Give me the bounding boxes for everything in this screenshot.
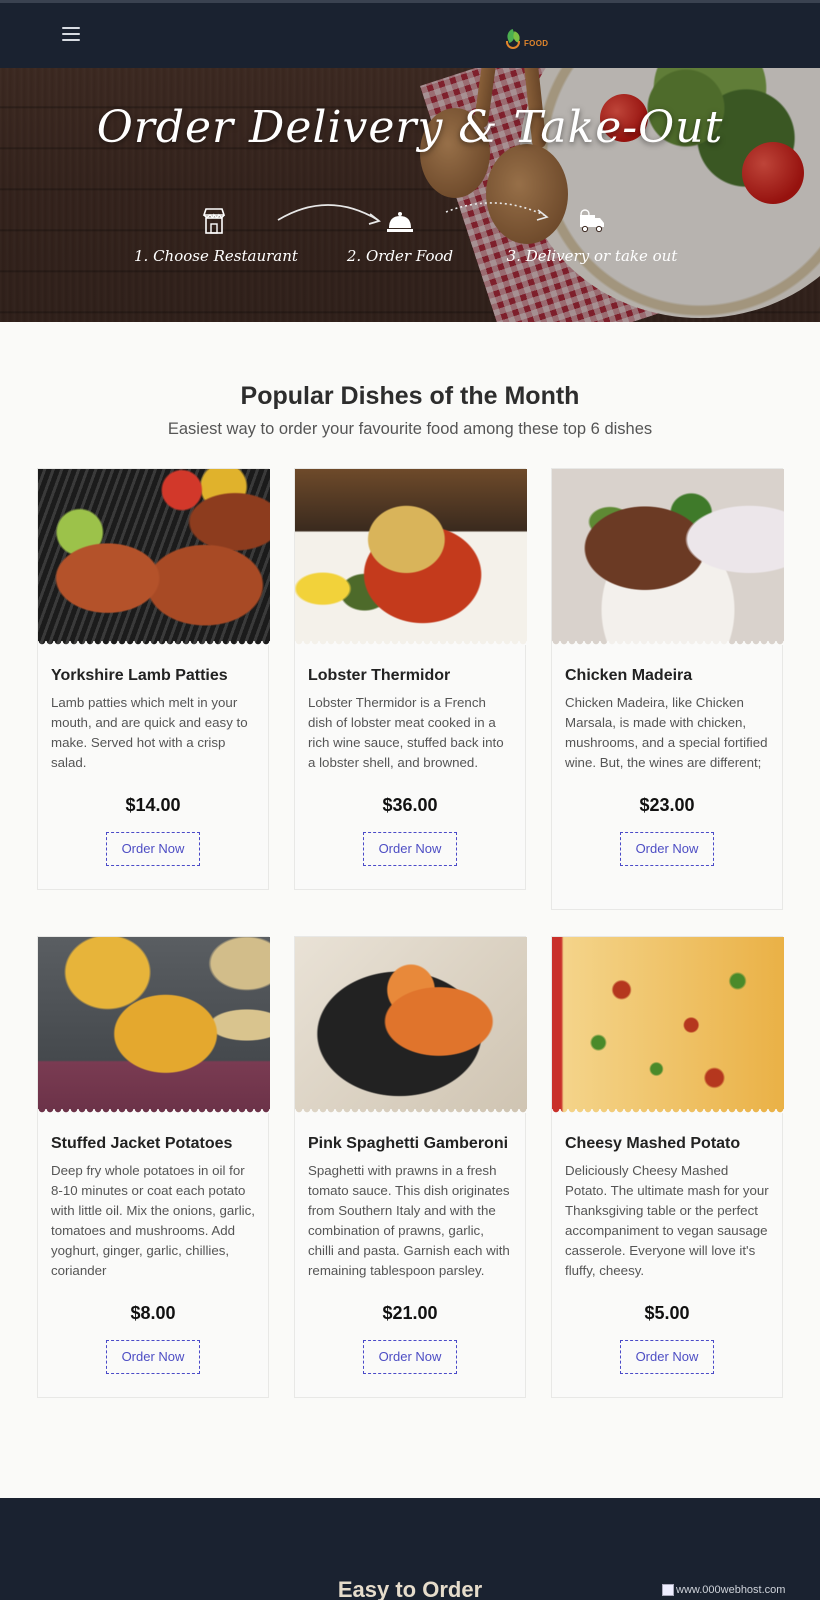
dish-image-lobster-thermidor xyxy=(295,469,527,645)
dish-card-chicken-madeira: Chicken Madeira Chicken Madeira, like Ch… xyxy=(551,468,784,910)
dish-description: Lamb patties which melt in your mouth, a… xyxy=(51,695,248,770)
dish-card-cheesy-mashed-potato: Cheesy Mashed Potato Deliciously Cheesy … xyxy=(551,936,784,1398)
step-label: 3. Delivery or take out xyxy=(506,247,678,265)
dish-name: Chicken Madeira xyxy=(565,667,693,684)
dish-price: $23.00 xyxy=(639,795,695,815)
order-now-button[interactable]: Order Now xyxy=(363,832,457,866)
dish-price: $14.00 xyxy=(125,795,181,815)
dish-name: Stuffed Jacket Potatoes xyxy=(51,1135,233,1152)
top-nav-bar: FOOD xyxy=(0,0,820,68)
order-now-button[interactable]: Order Now xyxy=(106,832,200,866)
dish-description: Chicken Madeira, like Chicken Marsala, i… xyxy=(565,695,768,770)
delivery-truck-icon xyxy=(580,209,604,233)
dish-card-spaghetti-gamberoni: Pink Spaghetti Gamberoni Spaghetti with … xyxy=(294,936,527,1398)
site-logo[interactable]: FOOD xyxy=(505,28,549,51)
dish-name: Yorkshire Lamb Patties xyxy=(51,667,228,684)
order-now-button[interactable]: Order Now xyxy=(620,832,714,866)
dish-name: Cheesy Mashed Potato xyxy=(565,1135,741,1152)
section-title: Popular Dishes of the Month xyxy=(240,382,580,410)
hosting-badge-text: www.000webhost.com xyxy=(676,1584,786,1596)
step-label: 2. Order Food xyxy=(346,247,454,265)
dish-card-lobster-thermidor: Lobster Thermidor Lobster Thermidor is a… xyxy=(294,468,527,890)
hero-banner: Order Delivery & Take-Out 1. Choose Rest… xyxy=(0,68,820,322)
dish-description: Deliciously Cheesy Mashed Potato. The ul… xyxy=(565,1163,769,1278)
order-now-button[interactable]: Order Now xyxy=(363,1340,457,1374)
order-now-button[interactable]: Order Now xyxy=(620,1340,714,1374)
dish-description: Spaghetti with prawns in a fresh tomato … xyxy=(308,1163,510,1278)
dish-image-cheesy-mashed-potato xyxy=(552,937,784,1113)
dish-price: $21.00 xyxy=(382,1303,438,1323)
dish-image-spaghetti-gamberoni xyxy=(295,937,527,1113)
step-delivery: 3. Delivery or take out xyxy=(502,206,682,265)
step-label: 1. Choose Restaurant xyxy=(134,247,298,265)
logo-text: FOOD xyxy=(524,38,549,48)
dish-price: $5.00 xyxy=(644,1303,690,1323)
dish-image-stuffed-potatoes xyxy=(38,937,270,1113)
storefront-icon xyxy=(202,208,226,234)
dish-price: $8.00 xyxy=(130,1303,176,1323)
dish-image-lamb-patties xyxy=(38,469,270,645)
hero-title: Order Delivery & Take-Out xyxy=(96,102,724,153)
order-now-button[interactable]: Order Now xyxy=(106,1340,200,1374)
step-choose-restaurant: 1. Choose Restaurant xyxy=(134,206,298,265)
hosting-badge[interactable]: www.000webhost.com xyxy=(662,1584,812,1600)
broken-image-icon xyxy=(662,1584,674,1597)
hamburger-menu-icon[interactable] xyxy=(62,27,80,43)
dish-price: $36.00 xyxy=(382,795,438,815)
dish-name: Lobster Thermidor xyxy=(308,667,451,684)
dish-name: Pink Spaghetti Gamberoni xyxy=(308,1135,509,1152)
dish-card-lamb-patties: Yorkshire Lamb Patties Lamb patties whic… xyxy=(37,468,270,890)
dish-description: Deep fry whole potatoes in oil for 8-10 … xyxy=(51,1163,255,1278)
logo-leaf-bowl-icon xyxy=(505,28,523,50)
dish-image-chicken-madeira xyxy=(552,469,784,645)
section-subtitle: Easiest way to order your favourite food… xyxy=(167,420,653,438)
dish-card-stuffed-potatoes: Stuffed Jacket Potatoes Deep fry whole p… xyxy=(37,936,270,1398)
dish-description: Lobster Thermidor is a French dish of lo… xyxy=(308,695,504,770)
food-cloche-icon xyxy=(387,212,413,232)
